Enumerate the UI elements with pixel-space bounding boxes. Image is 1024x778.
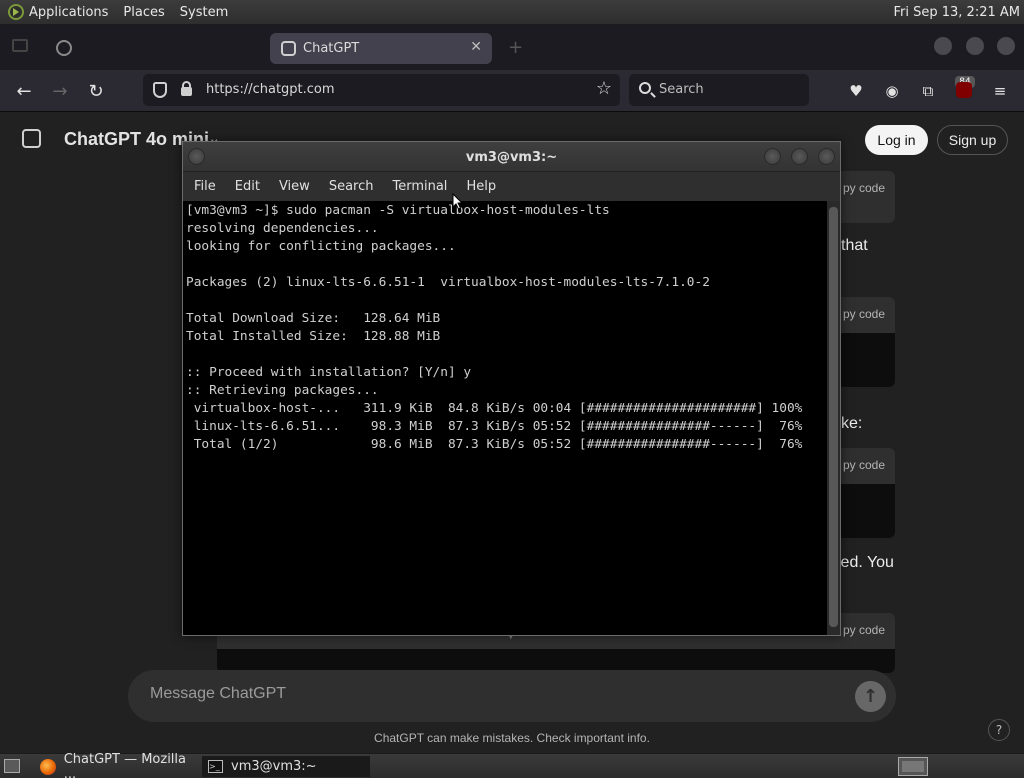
tab-chatgpt[interactable]: ChatGPT ✕ xyxy=(270,33,492,64)
distro-logo-icon[interactable] xyxy=(8,4,24,20)
firefox-icon xyxy=(40,758,56,775)
new-chat-icon[interactable] xyxy=(22,129,41,148)
maximize-icon[interactable] xyxy=(966,37,984,55)
search-input[interactable]: Search xyxy=(629,74,809,106)
back-icon[interactable]: ← xyxy=(11,78,37,104)
terminal-line: resolving dependencies... xyxy=(186,221,379,236)
terminal-window[interactable]: vm3@vm3:~ File Edit View Search Terminal… xyxy=(182,141,841,636)
terminal-screen[interactable]: [vm3@vm3 ~]$ sudo pacman -S virtualbox-h… xyxy=(183,201,827,635)
terminal-line: Total (1/2) 98.6 MiB 87.3 KiB/s 05:52 [#… xyxy=(186,437,803,452)
disclaimer: ChatGPT can make mistakes. Check importa… xyxy=(374,731,650,745)
terminal-titlebar[interactable]: vm3@vm3:~ xyxy=(183,142,840,172)
firefox-view-icon[interactable] xyxy=(12,39,28,52)
terminal-menubar: File Edit View Search Terminal Help xyxy=(183,172,840,201)
terminal-icon: >_ xyxy=(208,760,223,773)
browser-nav-bar: ← → ↻ https://chatgpt.com ☆ Search ♥ ◉ ⧉… xyxy=(0,70,1024,112)
pocket-icon[interactable]: ♥ xyxy=(845,80,867,102)
window-close-icon[interactable] xyxy=(997,37,1015,55)
new-tab-icon[interactable]: + xyxy=(508,37,523,58)
terminal-line: virtualbox-host-... 311.9 KiB 84.8 KiB/s… xyxy=(186,401,803,416)
search-icon xyxy=(639,82,651,94)
menu-search[interactable]: Search xyxy=(329,179,374,194)
signup-button[interactable]: Sign up xyxy=(937,125,1008,155)
menu-file[interactable]: File xyxy=(194,179,216,194)
bookmark-star-icon[interactable]: ☆ xyxy=(596,78,612,99)
terminal-title: vm3@vm3:~ xyxy=(465,150,558,165)
maximize-icon[interactable] xyxy=(791,148,808,165)
taskbar: ChatGPT — Mozilla ... >_ vm3@vm3:~ xyxy=(0,752,1024,778)
tab-inactive[interactable] xyxy=(42,33,262,63)
terminal-scrollbar[interactable] xyxy=(827,201,840,635)
taskbar-item-firefox[interactable]: ChatGPT — Mozilla ... xyxy=(34,752,200,778)
window-close-icon[interactable] xyxy=(818,148,835,165)
message-composer[interactable]: Message ChatGPT ↑ xyxy=(128,670,896,722)
menu-edit[interactable]: Edit xyxy=(235,179,260,194)
search-placeholder: Search xyxy=(659,82,704,97)
message-input[interactable]: Message ChatGPT xyxy=(150,685,286,703)
tab-label: ChatGPT xyxy=(303,41,360,56)
top-panel: Applications Places System Fri Sep 13, 2… xyxy=(0,0,1024,25)
lock-icon[interactable] xyxy=(181,81,192,96)
scrollbar-thumb[interactable] xyxy=(829,207,838,627)
copy-code-button[interactable]: py code xyxy=(843,458,885,472)
chatgpt-favicon-icon xyxy=(281,41,296,56)
minimize-icon[interactable] xyxy=(764,148,781,165)
workspace-thumbnail xyxy=(902,761,924,772)
terminal-line: Total Installed Size: 128.88 MiB xyxy=(186,329,441,344)
login-button[interactable]: Log in xyxy=(865,125,928,155)
extensions-icon[interactable]: ⧉ xyxy=(917,80,939,102)
clock[interactable]: Fri Sep 13, 2:21 AM xyxy=(894,5,1021,20)
terminal-line: :: Proceed with installation? [Y/n] y xyxy=(186,365,472,380)
forward-icon[interactable]: → xyxy=(47,78,73,104)
terminal-line: [vm3@vm3 ~]$ sudo pacman -S virtualbox-h… xyxy=(186,203,610,218)
response-text-fragment: that xyxy=(841,237,868,254)
copy-code-button[interactable]: py code xyxy=(843,181,885,195)
terminal-line: Packages (2) linux-lts-6.6.51-1 virtualb… xyxy=(186,275,710,290)
menu-icon[interactable]: ≡ xyxy=(989,80,1011,102)
terminal-line: :: Retrieving packages... xyxy=(186,383,379,398)
copy-code-button[interactable]: py code xyxy=(843,623,885,637)
copy-code-button[interactable]: py code xyxy=(843,307,885,321)
url-bar[interactable]: https://chatgpt.com ☆ xyxy=(143,74,620,106)
terminal-line: linux-lts-6.6.51... 98.3 MiB 87.3 KiB/s … xyxy=(186,419,803,434)
response-text-fragment: led. You xyxy=(837,554,894,571)
help-button[interactable]: ? xyxy=(988,719,1010,741)
workspace-switcher[interactable] xyxy=(898,757,928,776)
show-desktop-icon[interactable] xyxy=(4,759,20,773)
taskbar-item-terminal[interactable]: >_ vm3@vm3:~ xyxy=(202,756,370,777)
places-menu[interactable]: Places xyxy=(123,5,164,20)
taskbar-item-label: vm3@vm3:~ xyxy=(231,759,317,774)
menu-help[interactable]: Help xyxy=(466,179,496,194)
terminal-line: Total Download Size: 128.64 MiB xyxy=(186,311,441,326)
ublock-icon[interactable] xyxy=(956,82,972,98)
taskbar-item-label: ChatGPT — Mozilla ... xyxy=(63,751,186,778)
browser-tab-bar: ChatGPT ✕ + xyxy=(0,25,1024,70)
menu-view[interactable]: View xyxy=(279,179,310,194)
terminal-line: looking for conflicting packages... xyxy=(186,239,456,254)
url-text[interactable]: https://chatgpt.com xyxy=(206,82,335,97)
response-text-fragment: ke: xyxy=(841,415,863,432)
account-icon[interactable]: ◉ xyxy=(881,80,903,102)
send-button[interactable]: ↑ xyxy=(855,681,886,712)
reload-icon[interactable]: ↻ xyxy=(83,78,109,104)
applications-menu[interactable]: Applications xyxy=(29,5,108,20)
menu-terminal[interactable]: Terminal xyxy=(392,179,447,194)
tracking-shield-icon[interactable] xyxy=(153,82,167,98)
minimize-icon[interactable] xyxy=(934,37,952,55)
mouse-pointer-icon xyxy=(452,193,463,210)
tab-favicon-icon xyxy=(56,40,72,56)
close-icon[interactable]: ✕ xyxy=(470,39,482,55)
system-menu[interactable]: System xyxy=(180,5,228,20)
